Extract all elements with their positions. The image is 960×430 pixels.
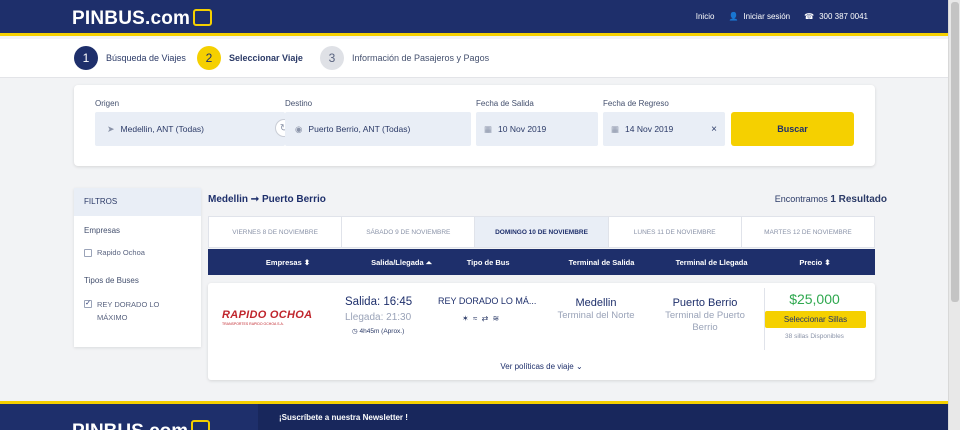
origin-field[interactable]: ➤ Medellin, ANT (Todas)	[95, 112, 285, 146]
companies-filter-label: Empresas	[84, 226, 121, 235]
bus-icon	[193, 9, 213, 26]
column-arrival-terminal: Terminal de Llegada	[675, 258, 748, 267]
date-tab-mon-11[interactable]: LUNES 11 DE NOVIEMBRE	[609, 217, 742, 247]
checkbox-checked-icon[interactable]: ✓	[84, 300, 92, 308]
location-arrow-icon: ➤	[107, 123, 115, 134]
departure-date-value: 10 Nov 2019	[498, 124, 547, 134]
bus-amenities: ✶ ≈ ⇄ ≋	[462, 314, 500, 323]
bus-type-filter-rey-dorado[interactable]: ✓ REY DORADO LO MÁXIMO	[74, 298, 201, 324]
origin-terminal-info: Medellin Terminal del Norte	[536, 297, 656, 322]
destination-city: Puerto Berrio	[672, 297, 738, 309]
company-filter-label: Rapido Ochoa	[97, 248, 145, 257]
bus-icon	[191, 420, 211, 430]
arrival-time: Llegada: 21:30	[345, 312, 412, 323]
company-logo: RAPIDO OCHOA TRANSPORTES RAPIDO OCHOA S.…	[222, 309, 313, 326]
calendar-icon: ▦	[611, 123, 620, 134]
destination-value: Puerto Berrio, ANT (Todas)	[308, 124, 411, 134]
user-icon: 👤	[728, 12, 739, 21]
departure-date-field[interactable]: ▦ 10 Nov 2019	[476, 112, 598, 146]
booking-steps: 1 Búsqueda de Viajes 2 Seleccionar Viaje…	[0, 39, 948, 78]
step-search[interactable]: 1 Búsqueda de Viajes	[74, 46, 186, 70]
departure-time: Salida: 16:45	[345, 296, 413, 308]
trip-result-card: RAPIDO OCHOA TRANSPORTES RAPIDO OCHOA S.…	[208, 283, 875, 380]
column-departure-arrival[interactable]: Salida/Llegada ⏶	[371, 258, 432, 268]
column-departure-terminal: Terminal de Salida	[568, 258, 635, 267]
results-count: Encontramos 1 Resultado	[774, 194, 887, 205]
origin-label: Origen	[95, 99, 120, 108]
column-companies[interactable]: Empresas ⬍	[266, 258, 310, 267]
results-table-header: Empresas ⬍ Salida/Llegada ⏶ Tipo de Bus …	[208, 249, 875, 275]
date-tab-fri-8[interactable]: VIERNES 8 DE NOVIEMBRE	[209, 217, 343, 247]
step-label: Búsqueda de Viajes	[106, 53, 186, 63]
scrollbar-thumb[interactable]	[951, 2, 959, 302]
restroom-icon: ✶	[462, 314, 470, 323]
trip-price: $25,000	[789, 291, 840, 307]
footer: PINBUS.com ¡Suscríbete a nuestra Newslet…	[0, 401, 948, 430]
route-title: Medellin ➞ Puerto Berrio	[208, 194, 326, 205]
page-scrollbar[interactable]	[948, 0, 960, 430]
return-date-field[interactable]: ▦ 14 Nov 2019 ×	[603, 112, 725, 146]
return-date-value: 14 Nov 2019	[625, 124, 674, 134]
filters-title: FILTROS	[74, 188, 201, 216]
destination-terminal-info: Puerto Berrio Terminal de Puerto Berrio	[655, 297, 755, 334]
bus-type-name: REY DORADO LO MÁ...	[438, 296, 537, 306]
date-tab-sun-10[interactable]: DOMINGO 10 DE NOVIEMBRE	[475, 217, 609, 247]
destination-label: Destino	[285, 99, 313, 108]
checkbox-icon[interactable]	[84, 249, 92, 257]
destination-field[interactable]: ◉ Puerto Berrio, ANT (Todas)	[285, 112, 471, 146]
bus-types-filter-label: Tipos de Buses	[84, 276, 139, 285]
filters-panel: FILTROS Empresas Rapido Ochoa Tipos de B…	[74, 188, 201, 347]
date-tab-sat-9[interactable]: SÁBADO 9 DE NOVIEMBRE	[342, 217, 476, 247]
departure-date-label: Fecha de Salida	[476, 99, 534, 108]
nav-home-link[interactable]: Inicio	[696, 12, 715, 21]
clear-return-date-button[interactable]: ×	[711, 124, 717, 135]
origin-value: Medellin, ANT (Todas)	[120, 124, 205, 134]
step-label: Información de Pasajeros y Pagos	[352, 53, 490, 63]
step-number: 3	[320, 46, 344, 70]
newsletter-bar: ¡Suscríbete a nuestra Newsletter !	[258, 404, 948, 430]
return-date-label: Fecha de Regreso	[603, 99, 669, 108]
trip-duration: ◷ 4h45m (Aprox.)	[352, 328, 405, 335]
origin-terminal: Terminal del Norte	[557, 310, 635, 321]
chevron-down-icon: ⌄	[575, 362, 583, 371]
seats-available: 38 sillas Disponibles	[785, 333, 844, 340]
nav-login-link[interactable]: 👤 Iniciar sesión	[728, 12, 790, 21]
top-nav: Inicio 👤 Iniciar sesión ☎ 300 387 0041	[696, 12, 868, 21]
date-tab-tue-12[interactable]: MARTES 12 DE NOVIEMBRE	[742, 217, 874, 247]
step-passenger-info: 3 Información de Pasajeros y Pagos	[320, 46, 489, 70]
search-form: Origen ➤ Medellin, ANT (Todas) ↻ Destino…	[74, 85, 875, 166]
newsletter-title: ¡Suscríbete a nuestra Newsletter !	[279, 413, 408, 422]
calendar-icon: ▦	[484, 123, 493, 134]
travel-policies-link[interactable]: Ver políticas de viaje ⌄	[208, 362, 875, 371]
phone-icon: ☎	[804, 12, 815, 21]
column-bus-type: Tipo de Bus	[466, 258, 510, 267]
usb-icon: ⇄	[481, 314, 490, 323]
step-number: 1	[74, 46, 98, 70]
column-price[interactable]: Precio ⬍	[799, 258, 830, 267]
search-button[interactable]: Buscar	[731, 112, 854, 146]
step-number: 2	[197, 46, 221, 70]
step-select-trip: 2 Seleccionar Viaje	[197, 46, 303, 70]
destination-terminal: Terminal de Puerto Berrio	[665, 310, 745, 333]
step-label: Seleccionar Viaje	[229, 53, 303, 63]
date-tabs: VIERNES 8 DE NOVIEMBRE SÁBADO 9 DE NOVIE…	[208, 216, 875, 248]
bus-type-filter-label: REY DORADO LO MÁXIMO	[97, 300, 160, 322]
map-pin-icon: ◉	[295, 123, 303, 134]
company-filter-rapido-ochoa[interactable]: Rapido Ochoa	[74, 248, 201, 257]
clock-icon: ◷	[352, 328, 358, 335]
wifi-icon: ≋	[492, 314, 501, 323]
price-box: $25,000 Seleccionar Sillas 38 sillas Dis…	[764, 288, 866, 350]
nav-phone-link[interactable]: ☎ 300 387 0041	[804, 12, 868, 21]
footer-logo[interactable]: PINBUS.com	[72, 420, 211, 430]
air-conditioning-icon: ≈	[472, 314, 479, 323]
pinbus-logo[interactable]: PINBUS.com	[72, 8, 213, 30]
select-seats-button[interactable]: Seleccionar Sillas	[765, 311, 866, 328]
origin-city: Medellin	[575, 297, 617, 309]
top-navbar: PINBUS.com Inicio 👤 Iniciar sesión ☎ 300 3…	[0, 0, 948, 36]
